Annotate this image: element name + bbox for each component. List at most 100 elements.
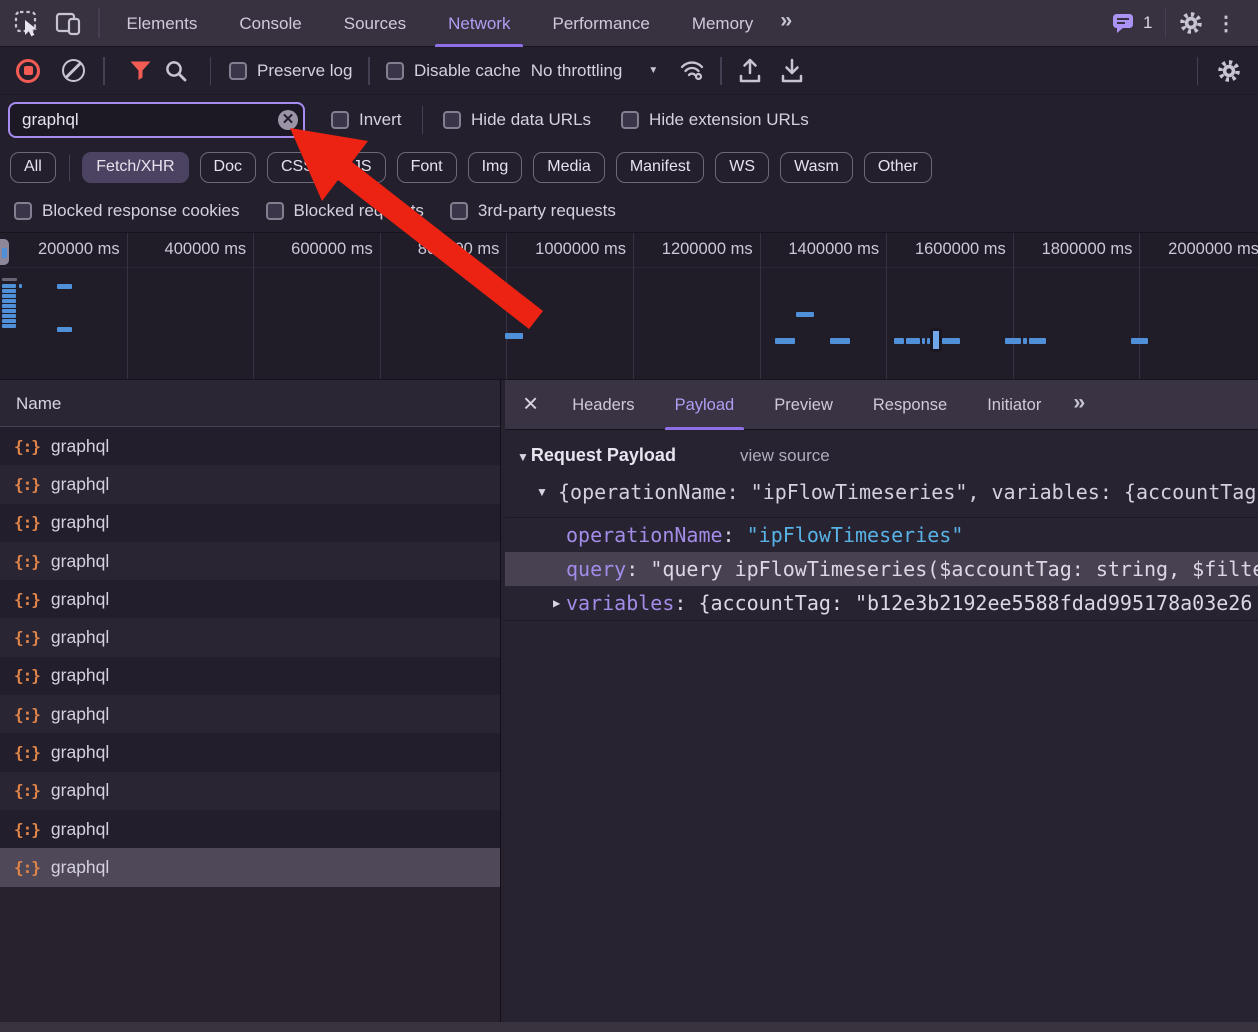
tab-elements[interactable]: Elements bbox=[106, 0, 219, 47]
preserve-log-checkbox[interactable] bbox=[229, 62, 247, 80]
more-detail-tabs-icon[interactable]: ›› bbox=[1067, 391, 1093, 419]
device-toolbar-icon[interactable] bbox=[55, 11, 82, 36]
search-icon[interactable] bbox=[164, 59, 188, 83]
record-network-log-button[interactable] bbox=[16, 59, 40, 83]
request-name: graphql bbox=[51, 512, 109, 533]
hide-extension-urls-toggle[interactable]: Hide extension URLs bbox=[621, 110, 809, 130]
chip-css[interactable]: CSS bbox=[267, 152, 328, 183]
waterfall-bar bbox=[2, 319, 16, 323]
timeline-gridline bbox=[253, 233, 254, 379]
issues-icon[interactable] bbox=[1111, 12, 1136, 35]
kebab-menu-icon[interactable]: ⋮ bbox=[1204, 11, 1248, 36]
waterfall-bar bbox=[775, 338, 795, 344]
network-filter-input[interactable] bbox=[8, 102, 305, 138]
name-column-header[interactable]: Name bbox=[0, 380, 500, 427]
tab-performance[interactable]: Performance bbox=[531, 0, 670, 47]
chip-font[interactable]: Font bbox=[397, 152, 457, 183]
clear-filter-icon[interactable]: ✕ bbox=[278, 110, 298, 130]
payload-summary-row[interactable]: ▼ {operationName: "ipFlowTimeseries", va… bbox=[505, 480, 1258, 504]
request-row[interactable]: {:}graphql bbox=[0, 695, 500, 733]
request-row[interactable]: {:}graphql bbox=[0, 542, 500, 580]
chip-all[interactable]: All bbox=[10, 152, 56, 183]
json-braces-icon: {:} bbox=[14, 552, 40, 571]
tab-memory[interactable]: Memory bbox=[671, 0, 774, 47]
blocked-response-cookies-checkbox[interactable] bbox=[14, 202, 32, 220]
invert-checkbox[interactable] bbox=[331, 111, 349, 129]
network-conditions-icon[interactable] bbox=[678, 58, 708, 83]
divider bbox=[1165, 8, 1167, 38]
request-row[interactable]: {:}graphql bbox=[0, 772, 500, 810]
request-row[interactable]: {:}graphql bbox=[0, 504, 500, 542]
more-panels-icon[interactable]: ›› bbox=[774, 9, 800, 37]
collapse-triangle-icon[interactable]: ▼ bbox=[517, 450, 529, 464]
request-row[interactable]: {:}graphql bbox=[0, 810, 500, 848]
blocked-requests-toggle[interactable]: Blocked requests bbox=[266, 201, 424, 221]
hide-data-urls-toggle[interactable]: Hide data URLs bbox=[443, 110, 591, 130]
chip-doc[interactable]: Doc bbox=[200, 152, 256, 183]
chip-wasm[interactable]: Wasm bbox=[780, 152, 853, 183]
blocked-requests-checkbox[interactable] bbox=[266, 202, 284, 220]
tab-network[interactable]: Network bbox=[427, 0, 531, 47]
3rd-party-requests-checkbox[interactable] bbox=[450, 202, 468, 220]
payload-separator: : bbox=[723, 523, 747, 547]
view-source-link[interactable]: view source bbox=[740, 446, 830, 466]
disable-cache-toggle[interactable]: Disable cache bbox=[386, 61, 521, 81]
detail-tab-preview[interactable]: Preview bbox=[754, 380, 853, 430]
export-har-icon[interactable] bbox=[780, 58, 804, 84]
disable-cache-checkbox[interactable] bbox=[386, 62, 404, 80]
chip-manifest[interactable]: Manifest bbox=[616, 152, 704, 183]
detail-tab-payload[interactable]: Payload bbox=[655, 380, 755, 430]
3rd-party-requests-toggle[interactable]: 3rd-party requests bbox=[450, 201, 616, 221]
throttling-select[interactable]: No throttling ▼ bbox=[531, 61, 659, 81]
detail-tab-headers[interactable]: Headers bbox=[552, 380, 654, 430]
preserve-log-toggle[interactable]: Preserve log bbox=[229, 61, 352, 81]
chip-media[interactable]: Media bbox=[533, 152, 605, 183]
request-row[interactable]: {:}graphql bbox=[0, 618, 500, 656]
clear-network-log-button[interactable] bbox=[62, 59, 85, 82]
tab-sources[interactable]: Sources bbox=[323, 0, 427, 47]
detail-tab-initiator[interactable]: Initiator bbox=[967, 380, 1061, 430]
request-row[interactable]: {:}graphql bbox=[0, 733, 500, 771]
divider bbox=[368, 57, 370, 85]
waterfall-bar bbox=[2, 284, 16, 288]
import-har-icon[interactable] bbox=[738, 58, 762, 84]
inspect-element-icon[interactable] bbox=[14, 10, 41, 37]
settings-gear-icon[interactable] bbox=[1178, 10, 1204, 36]
request-row[interactable]: {:}graphql bbox=[0, 427, 500, 465]
invert-toggle[interactable]: Invert bbox=[331, 110, 402, 130]
waterfall-bar-selected bbox=[930, 328, 942, 352]
payload-row-query[interactable]: query: "query ipFlowTimeseries($accountT… bbox=[505, 552, 1258, 586]
hide-extension-urls-label: Hide extension URLs bbox=[649, 110, 809, 130]
overview-scroll-handle[interactable] bbox=[0, 239, 9, 265]
filter-icon[interactable] bbox=[129, 60, 152, 81]
chip-other[interactable]: Other bbox=[864, 152, 932, 183]
tab-console[interactable]: Console bbox=[218, 0, 322, 47]
expand-triangle-icon[interactable]: ▶ bbox=[553, 586, 560, 620]
network-overview-timeline[interactable]: 200000 ms400000 ms600000 ms800000 ms1000… bbox=[0, 233, 1258, 380]
payload-value: "query ipFlowTimeseries($accountTag: str… bbox=[650, 557, 1258, 581]
timeline-gridline bbox=[1139, 233, 1140, 379]
hide-extension-urls-checkbox[interactable] bbox=[621, 111, 639, 129]
hide-data-urls-checkbox[interactable] bbox=[443, 111, 461, 129]
network-settings-gear-icon[interactable] bbox=[1216, 58, 1242, 84]
timeline-label: 600000 ms bbox=[253, 233, 380, 267]
preserve-log-label: Preserve log bbox=[257, 61, 352, 81]
collapse-triangle-icon[interactable]: ▼ bbox=[536, 485, 558, 499]
waterfall-bar bbox=[1131, 338, 1148, 344]
detail-tab-response[interactable]: Response bbox=[853, 380, 967, 430]
request-row[interactable]: {:}graphql bbox=[0, 580, 500, 618]
devtools-tab-bar: ElementsConsoleSourcesNetworkPerformance… bbox=[0, 0, 1258, 47]
json-braces-icon: {:} bbox=[14, 858, 40, 877]
blocked-response-cookies-toggle[interactable]: Blocked response cookies bbox=[14, 201, 240, 221]
payload-row-variables[interactable]: ▶variables: {accountTag: "b12e3b2192ee55… bbox=[505, 586, 1258, 620]
request-row[interactable]: {:}graphql bbox=[0, 848, 500, 886]
chip-js[interactable]: JS bbox=[339, 152, 386, 183]
payload-row-operationname[interactable]: operationName: "ipFlowTimeseries" bbox=[505, 518, 1258, 552]
chip-img[interactable]: Img bbox=[468, 152, 523, 183]
request-row[interactable]: {:}graphql bbox=[0, 657, 500, 695]
chip-ws[interactable]: WS bbox=[715, 152, 769, 183]
chip-fetch-xhr[interactable]: Fetch/XHR bbox=[82, 152, 188, 183]
timeline-label: 2000000 ms bbox=[1139, 233, 1258, 267]
close-detail-icon[interactable]: × bbox=[505, 388, 552, 422]
request-row[interactable]: {:}graphql bbox=[0, 465, 500, 503]
